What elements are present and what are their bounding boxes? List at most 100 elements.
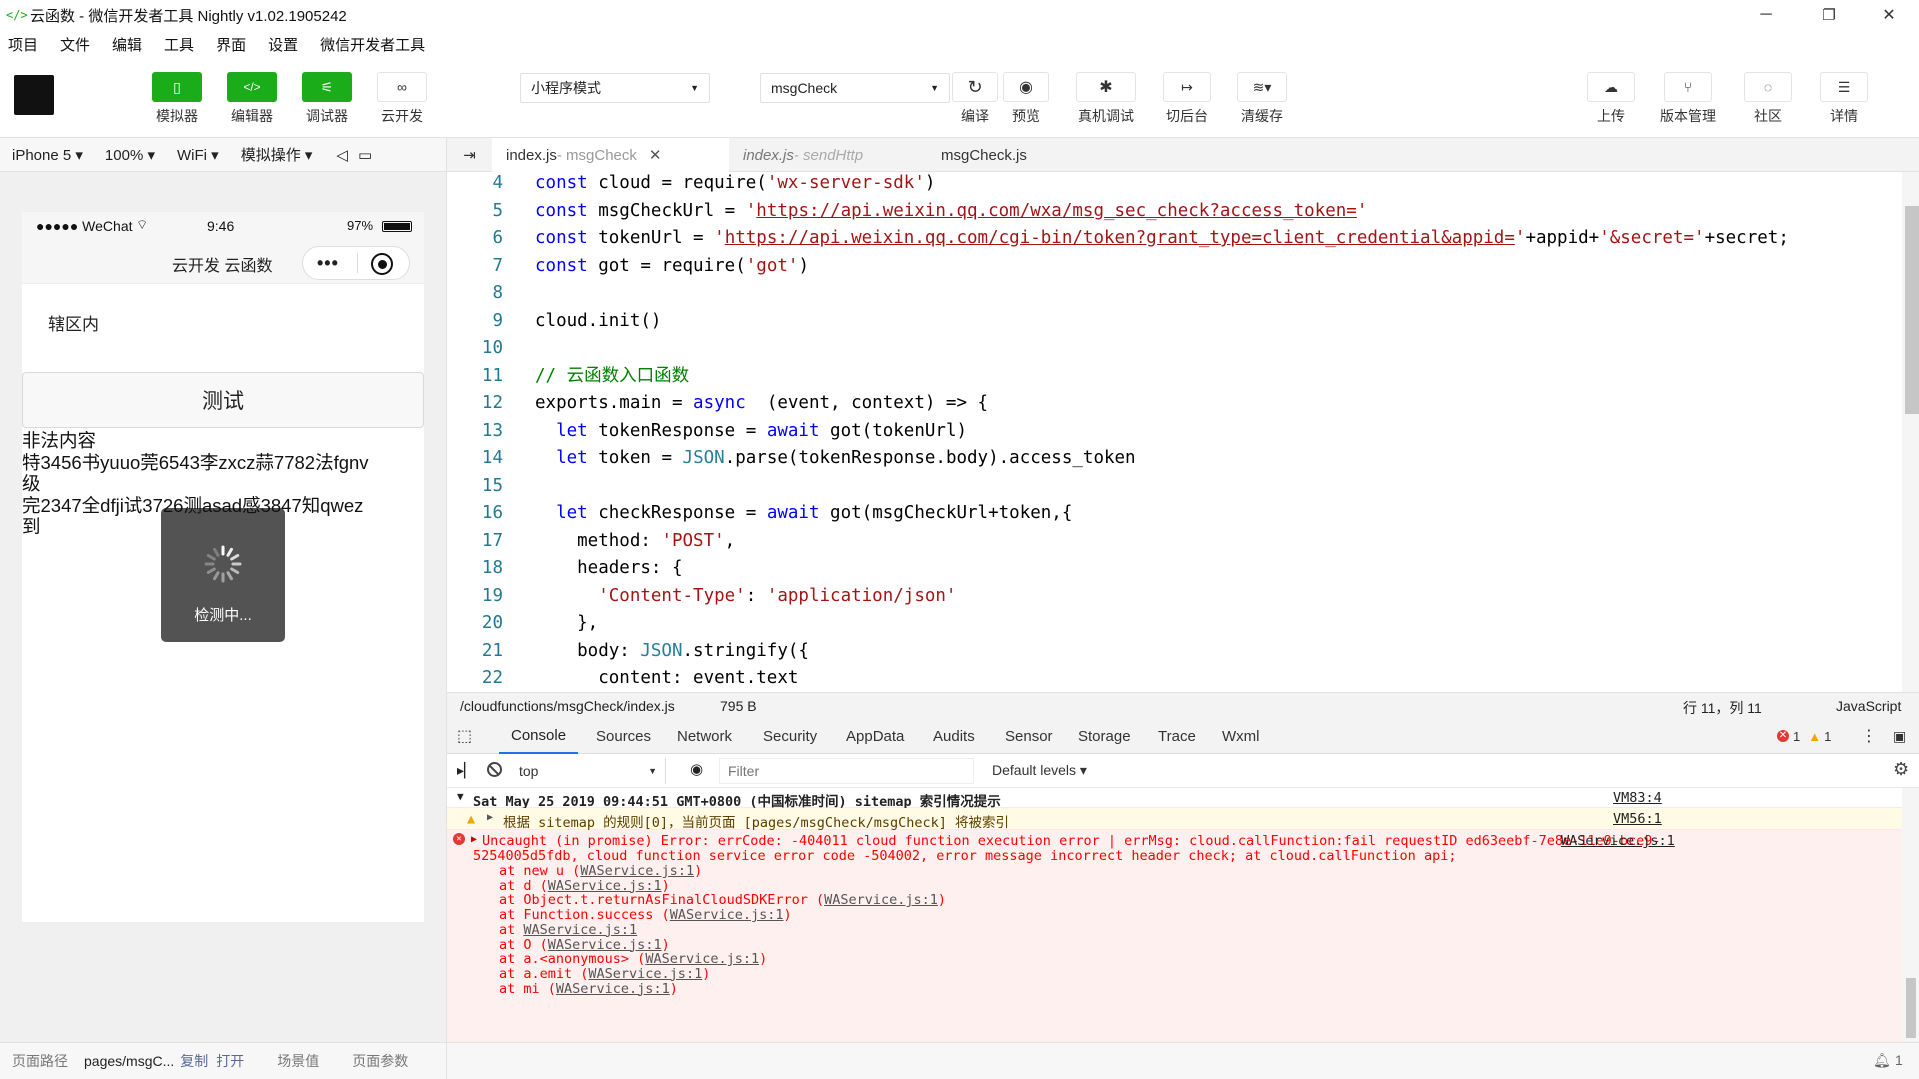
code-line[interactable]: 21 body: JSON.stringify({: [447, 638, 1902, 666]
tab-storage[interactable]: Storage: [1078, 718, 1131, 754]
tab-audits[interactable]: Audits: [933, 718, 975, 754]
copy-path-link[interactable]: 复制: [180, 1051, 208, 1071]
source-link[interactable]: WAService.js:1: [523, 922, 637, 938]
source-link[interactable]: WAService.js:1: [645, 951, 759, 967]
remote-debug-button[interactable]: ✱ 真机调试: [1076, 72, 1136, 126]
tab-wxml[interactable]: Wxml: [1222, 718, 1260, 754]
preview-button[interactable]: ◉ 预览: [1003, 72, 1049, 126]
code-line[interactable]: 15: [447, 473, 1902, 501]
console-scrollbar[interactable]: [1902, 788, 1919, 1042]
error-count-badge[interactable]: ✕ 1 ▲ 1: [1777, 718, 1831, 754]
code-line[interactable]: 20 },: [447, 610, 1902, 638]
menu-tools[interactable]: 工具: [164, 34, 194, 55]
sidebar-toggle-icon[interactable]: ▸▏: [457, 762, 475, 779]
tab-appdata[interactable]: AppData: [846, 718, 904, 754]
code-line[interactable]: 17 method: 'POST',: [447, 528, 1902, 556]
details-button[interactable]: ☰ 详情: [1820, 72, 1868, 126]
close-window-button[interactable]: ✕: [1860, 0, 1918, 30]
source-link[interactable]: VM56:1: [1613, 811, 1662, 827]
triangle-right-icon[interactable]: ▶: [471, 834, 477, 845]
code-line[interactable]: 19 'Content-Type': 'application/json': [447, 583, 1902, 611]
console-scroll-thumb[interactable]: [1906, 978, 1916, 1038]
console-group-header[interactable]: ▼ Sat May 25 2019 09:44:51 GMT+0800 (中国标…: [447, 788, 1902, 810]
tab-sensor[interactable]: Sensor: [1005, 718, 1053, 754]
code-line[interactable]: 14 let token = JSON.parse(tokenResponse.…: [447, 445, 1902, 473]
cloud-dev-button[interactable]: ∞ 云开发: [377, 72, 427, 126]
dock-icon[interactable]: ▣: [1893, 718, 1906, 754]
code-line[interactable]: 8: [447, 280, 1902, 308]
upload-button[interactable]: ☁ 上传: [1587, 72, 1635, 126]
source-link[interactable]: WAService.js:1: [588, 966, 702, 982]
source-link[interactable]: WAService.js:1: [580, 863, 694, 879]
scene-value-button[interactable]: 场景值: [277, 1051, 319, 1071]
notification-bell-icon[interactable]: 🔔︎: [1873, 1052, 1891, 1069]
avatar[interactable]: [14, 75, 54, 115]
editor-button[interactable]: </> 编辑器: [227, 72, 277, 126]
network-select[interactable]: WiFi ▾: [177, 146, 219, 164]
menu-project[interactable]: 项目: [8, 34, 38, 55]
tab-trace[interactable]: Trace: [1158, 718, 1196, 754]
code-line[interactable]: 7 const got = require('got'): [447, 253, 1902, 281]
compile-target-select[interactable]: msgCheck ▼: [760, 73, 950, 103]
code-line[interactable]: 6 const tokenUrl = 'https://api.weixin.qq…: [447, 225, 1902, 253]
page-params-button[interactable]: 页面参数: [352, 1051, 408, 1071]
editor-scrollbar[interactable]: [1902, 172, 1919, 692]
code-line[interactable]: 18 headers: {: [447, 555, 1902, 583]
code-line[interactable]: 13 let tokenResponse = await got(tokenUr…: [447, 418, 1902, 446]
menu-edit[interactable]: 编辑: [112, 34, 142, 55]
menu-settings[interactable]: 设置: [268, 34, 298, 55]
version-button[interactable]: ⑂ 版本管理: [1660, 72, 1716, 126]
toggle-sidebar-icon[interactable]: ⇥: [447, 138, 492, 172]
language-mode[interactable]: JavaScript: [1836, 698, 1901, 714]
inspect-element-icon[interactable]: ⬚: [457, 718, 472, 754]
test-button[interactable]: 测试: [22, 372, 424, 428]
code-editor[interactable]: 4 const cloud = require('wx-server-sdk') 5…: [447, 172, 1902, 692]
zoom-select[interactable]: 100% ▾: [105, 146, 155, 164]
source-link[interactable]: WAService.js:1: [548, 878, 662, 894]
code-line[interactable]: 12 exports.main = async (event, context) …: [447, 390, 1902, 418]
restore-button[interactable]: ❐: [1800, 0, 1858, 30]
clear-cache-button[interactable]: ≋▾ 清缓存: [1237, 72, 1287, 126]
simulator-button[interactable]: ▯ 模拟器: [152, 72, 202, 126]
mode-select[interactable]: 小程序模式 ▼: [520, 73, 710, 103]
menu-view[interactable]: 界面: [216, 34, 246, 55]
simulate-ops-select[interactable]: 模拟操作 ▾: [241, 144, 313, 165]
code-line[interactable]: 9 cloud.init(): [447, 308, 1902, 336]
tab-msgcheck-js[interactable]: msgCheck.js: [927, 138, 1057, 172]
close-mini-program-icon[interactable]: [371, 253, 393, 275]
debugger-button[interactable]: ⚟ 调试器: [302, 72, 352, 126]
code-line[interactable]: 16 let checkResponse = await got(msgChec…: [447, 500, 1902, 528]
source-link[interactable]: WAService.js:1: [824, 892, 938, 908]
source-link[interactable]: WAService.js:1: [556, 981, 670, 997]
community-button[interactable]: ◌ 社区: [1744, 72, 1792, 126]
device-select[interactable]: iPhone 5 ▾: [12, 146, 83, 164]
code-line[interactable]: 4 const cloud = require('wx-server-sdk'): [447, 172, 1902, 198]
code-line[interactable]: 5 const msgCheckUrl = 'https://api.weixin…: [447, 198, 1902, 226]
source-link[interactable]: WAService.js:1: [548, 937, 662, 953]
clear-console-icon[interactable]: [487, 762, 502, 777]
code-line[interactable]: 22 content: event.text: [447, 665, 1902, 692]
minimize-button[interactable]: ─: [1737, 0, 1795, 30]
menu-wechat-devtools[interactable]: 微信开发者工具: [320, 34, 425, 55]
window-icon[interactable]: ▭: [358, 146, 372, 164]
close-tab-icon[interactable]: ✕: [649, 146, 662, 164]
tab-index-msgcheck[interactable]: index.js - msgCheck ✕: [492, 138, 729, 172]
code-line[interactable]: 10: [447, 335, 1902, 363]
eye-icon[interactable]: ◉: [690, 760, 703, 778]
background-button[interactable]: ↦ 切后台: [1163, 72, 1211, 126]
more-icon[interactable]: •••: [317, 253, 339, 274]
tab-console[interactable]: Console: [499, 718, 579, 754]
source-link[interactable]: WAService.js:1: [1561, 833, 1675, 849]
tab-security[interactable]: Security: [763, 718, 817, 754]
compile-button[interactable]: ↻ 编译: [952, 72, 998, 126]
gear-icon[interactable]: ⚙: [1893, 759, 1909, 780]
volume-icon[interactable]: ◁: [336, 146, 348, 164]
log-levels-select[interactable]: Default levels ▾: [992, 762, 1087, 779]
editor-scroll-thumb[interactable]: [1905, 206, 1919, 414]
code-line[interactable]: 11 // 云函数入口函数: [447, 363, 1902, 391]
triangle-right-icon[interactable]: ▶: [487, 812, 493, 823]
kebab-menu-icon[interactable]: ⋮: [1861, 718, 1877, 754]
tab-network[interactable]: Network: [677, 718, 732, 754]
source-link[interactable]: WAService.js:1: [670, 907, 784, 923]
source-link[interactable]: VM83:4: [1613, 790, 1662, 806]
